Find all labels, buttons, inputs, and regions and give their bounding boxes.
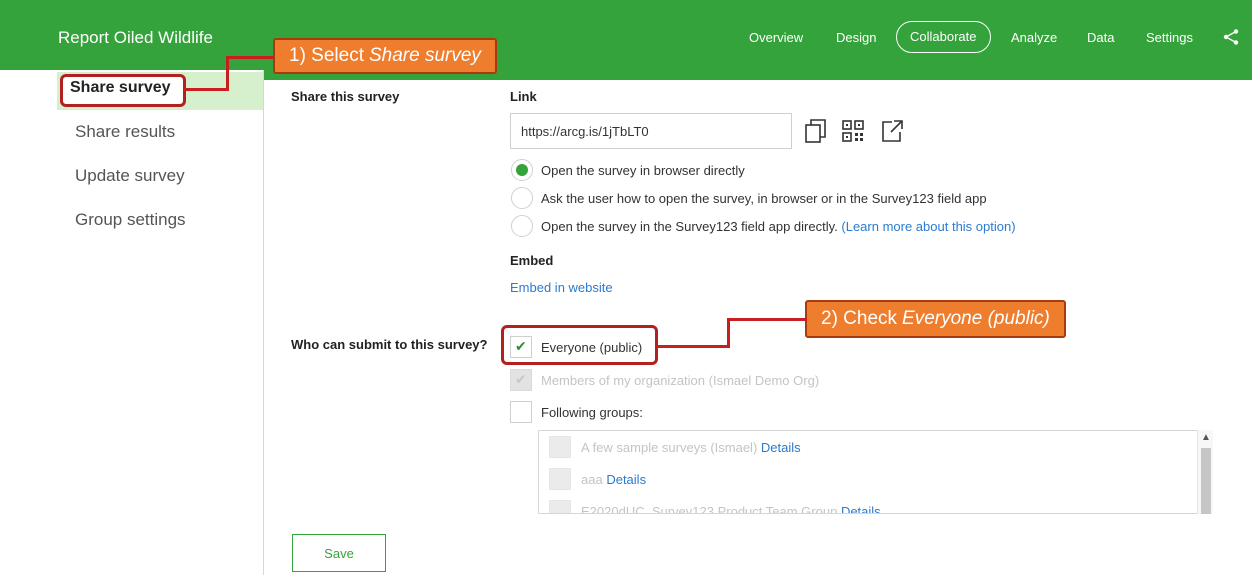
group-name: aaa — [581, 472, 603, 487]
tab-design[interactable]: Design — [836, 21, 876, 55]
group-name: E2020dUC_Survey123 Product Team Group — [581, 504, 838, 514]
connector-line — [184, 88, 229, 91]
step2-prefix: 2) Check — [821, 308, 898, 329]
step2-target: Everyone (public) — [902, 308, 1050, 329]
app-title[interactable]: Report Oiled Wildlife — [58, 28, 213, 48]
list-item: aaa Details — [581, 472, 646, 487]
group-details-link[interactable]: Details — [606, 472, 646, 487]
embed-heading: Embed — [510, 253, 554, 268]
tab-data[interactable]: Data — [1087, 21, 1114, 55]
list-item: E2020dUC_Survey123 Product Team Group De… — [581, 504, 881, 514]
qr-code-icon[interactable] — [841, 118, 865, 144]
option-ask-user-label: Ask the user how to open the survey, in … — [541, 191, 987, 206]
connector-line — [657, 345, 730, 348]
tab-analyze[interactable]: Analyze — [1011, 21, 1057, 55]
sidebar-item-label: Share survey — [70, 79, 171, 96]
copy-icon[interactable] — [804, 118, 828, 144]
open-external-icon[interactable] — [880, 118, 904, 144]
tab-settings[interactable]: Settings — [1146, 21, 1193, 55]
highlight-box — [501, 325, 658, 365]
step1-target: Share survey — [368, 45, 481, 66]
members-org-label: Members of my organization (Ismael Demo … — [541, 373, 820, 388]
link-heading: Link — [510, 89, 537, 104]
group-checkbox — [549, 468, 571, 490]
app-header: Report Oiled Wildlife Overview Design Co… — [0, 0, 1252, 80]
connector-line — [226, 56, 274, 59]
groups-scrollbar[interactable]: ▲ — [1197, 430, 1213, 514]
radio-open-browser[interactable] — [511, 159, 533, 181]
radio-field-app[interactable] — [511, 215, 533, 237]
following-groups-label: Following groups: — [541, 405, 643, 420]
members-org-checkbox — [510, 369, 532, 391]
sidebar-item-group-settings[interactable]: Group settings — [75, 210, 186, 230]
survey-link-field[interactable]: https://arcg.is/1jTbLT0 — [510, 113, 792, 149]
tab-overview[interactable]: Overview — [749, 21, 803, 55]
sidebar: Share survey Share results Update survey… — [0, 70, 263, 575]
share-icon[interactable] — [1222, 28, 1240, 46]
list-item: A few sample surveys (Ismael) Details — [581, 440, 801, 455]
connector-line — [727, 318, 807, 321]
group-details-link[interactable]: Details — [841, 504, 881, 513]
sidebar-item-update-survey[interactable]: Update survey — [75, 166, 185, 186]
share-section-label: Share this survey — [291, 89, 400, 104]
following-groups-checkbox[interactable] — [510, 401, 532, 423]
group-checkbox — [549, 436, 571, 458]
scroll-thumb[interactable] — [1201, 448, 1211, 514]
sidebar-item-share-results[interactable]: Share results — [75, 122, 175, 142]
option-field-app-text: Open the survey in the Survey123 field a… — [541, 219, 838, 234]
connector-line — [727, 318, 730, 348]
group-checkbox — [549, 500, 571, 513]
step1-prefix: 1) Select — [289, 45, 364, 66]
option-field-app-label: Open the survey in the Survey123 field a… — [541, 219, 1016, 234]
sidebar-divider — [263, 70, 264, 575]
radio-ask-user[interactable] — [511, 187, 533, 209]
group-name: A few sample surveys (Ismael) — [581, 440, 758, 455]
submit-permission-label: Who can submit to this survey? — [291, 337, 488, 352]
embed-in-website-link[interactable]: Embed in website — [510, 280, 613, 295]
option-open-browser-label: Open the survey in browser directly — [541, 163, 745, 178]
group-details-link[interactable]: Details — [761, 440, 801, 455]
step1-callout: 1) Select Share survey — [273, 38, 497, 74]
sidebar-item-share-survey[interactable]: Share survey — [57, 72, 263, 110]
scroll-up-icon[interactable]: ▲ — [1201, 432, 1211, 443]
groups-list[interactable]: A few sample surveys (Ismael) Details aa… — [538, 430, 1213, 514]
save-button[interactable]: Save — [292, 534, 386, 572]
learn-more-link[interactable]: (Learn more about this option) — [841, 219, 1015, 234]
connector-line — [226, 56, 229, 91]
step2-callout: 2) Check Everyone (public) — [805, 300, 1066, 338]
tab-collaborate[interactable]: Collaborate — [896, 21, 991, 53]
